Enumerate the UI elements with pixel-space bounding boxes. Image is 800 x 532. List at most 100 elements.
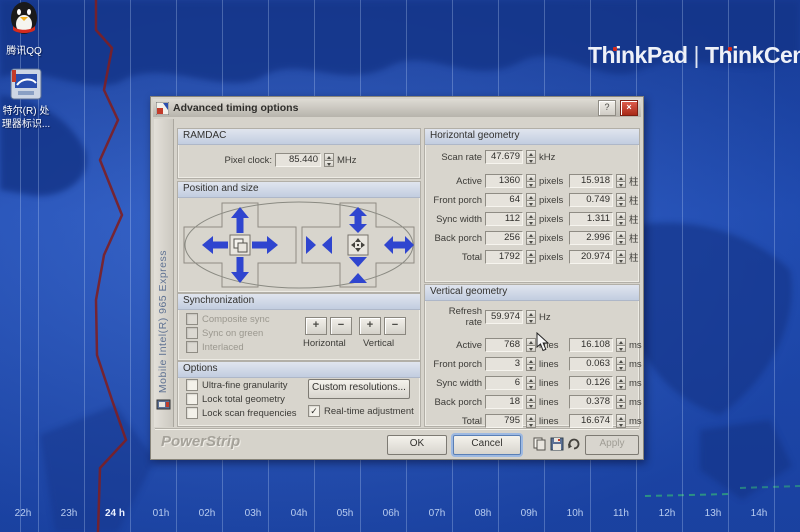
horizontal-sync-minus-button[interactable]: − (330, 317, 352, 335)
v-total-lines-field[interactable]: 795 (485, 414, 523, 428)
timeline-label: 02h (184, 508, 230, 519)
spinner[interactable] (526, 357, 536, 371)
h-sync-width-row: Sync width 112 pixels 1.311 柱 (430, 212, 634, 226)
spinner[interactable] (526, 414, 536, 428)
intel-utility-icon (10, 68, 42, 100)
spinner[interactable] (616, 376, 626, 390)
checkbox-box (186, 313, 198, 325)
row-label: Scan rate (430, 152, 482, 163)
refresh-rate-field[interactable]: 59.974 (485, 310, 523, 324)
desktop-icon-intel-processor-id[interactable]: 特尔(R) 处 理器标识... (0, 68, 52, 131)
v-active-lines-field[interactable]: 768 (485, 338, 523, 352)
h-active-pixels-field[interactable]: 1360 (485, 174, 523, 188)
checkbox-label: Interlaced (202, 342, 244, 353)
pixel-clock-spinner[interactable] (324, 153, 334, 167)
checkbox-lock-total-geometry[interactable]: Lock total geometry (186, 393, 285, 405)
vertical-sync-plus-button[interactable]: + (359, 317, 381, 335)
position-size-header: Position and size (178, 182, 420, 198)
checkbox-interlaced[interactable]: Interlaced (186, 341, 244, 353)
spinner[interactable] (526, 250, 536, 264)
horizontal-sync-plus-button[interactable]: + (305, 317, 327, 335)
v-front-porch-time-field[interactable]: 0.063 (569, 357, 613, 371)
pixel-clock-unit: MHz (337, 155, 367, 166)
v-total-time-field[interactable]: 16.674 (569, 414, 613, 428)
vertical-sync-buttons: + − (359, 317, 406, 335)
h-sync-width-pixels-field[interactable]: 112 (485, 212, 523, 226)
timeline-label: 03h (230, 508, 276, 519)
h-front-porch-time-field[interactable]: 0.749 (569, 193, 613, 207)
spinner[interactable] (616, 357, 626, 371)
v-active-row: Active 768 lines 16.108 ms (430, 338, 634, 352)
h-front-porch-pixels-field[interactable]: 64 (485, 193, 523, 207)
shrink-vertical-arrow (349, 257, 367, 267)
spinner[interactable] (526, 231, 536, 245)
h-total-pixels-field[interactable]: 1792 (485, 250, 523, 264)
copy-icon[interactable] (533, 437, 547, 451)
spinner[interactable] (526, 174, 536, 188)
close-button[interactable]: × (620, 100, 638, 116)
apply-button[interactable]: Apply (585, 435, 639, 455)
v-back-porch-time-field[interactable]: 0.378 (569, 395, 613, 409)
h-back-porch-time-field[interactable]: 2.996 (569, 231, 613, 245)
pixel-clock-field[interactable]: 85.440 (275, 153, 321, 167)
position-size-group: Position and size (177, 181, 421, 293)
desktop: { "desktop": { "brand_left": "ThinkPad",… (0, 0, 800, 532)
v-sync-width-lines-field[interactable]: 6 (485, 376, 523, 390)
ok-button[interactable]: OK (387, 435, 447, 455)
horizontal-geometry-header: Horizontal geometry (425, 129, 639, 145)
spinner[interactable] (526, 193, 536, 207)
h-back-porch-row: Back porch 256 pixels 2.996 柱 (430, 231, 634, 245)
checkbox-real-time-adjustment[interactable]: ✓ Real-time adjustment (308, 405, 414, 417)
v-back-porch-row: Back porch 18 lines 0.378 ms (430, 395, 634, 409)
custom-resolutions-button[interactable]: Custom resolutions... (308, 379, 410, 399)
options-header: Options (178, 362, 420, 378)
spinner[interactable] (526, 338, 536, 352)
save-icon[interactable] (550, 437, 564, 451)
spinner[interactable] (616, 395, 626, 409)
scan-rate-field[interactable]: 47.679 (485, 150, 523, 164)
row-label: Active (430, 176, 482, 187)
spinner[interactable] (616, 338, 626, 352)
vertical-sync-minus-button[interactable]: − (384, 317, 406, 335)
h-sync-width-time-field[interactable]: 1.311 (569, 212, 613, 226)
spinner[interactable] (526, 212, 536, 226)
row-label: Refresh rate (430, 306, 482, 328)
spinner[interactable] (526, 376, 536, 390)
checkbox-lock-scan-frequencies[interactable]: Lock scan frequencies (186, 407, 297, 419)
dialog-titlebar[interactable]: Advanced timing options ? × (153, 99, 641, 117)
spinner[interactable] (526, 395, 536, 409)
checkbox-composite-sync[interactable]: Composite sync (186, 313, 270, 325)
checkbox-box (186, 407, 198, 419)
cancel-button[interactable]: Cancel (453, 435, 521, 455)
shrink-vertical-arrow (349, 273, 367, 283)
checkbox-sync-on-green[interactable]: Sync on green (186, 327, 263, 339)
spinner[interactable] (616, 193, 626, 207)
timeline-label: 07h (414, 508, 460, 519)
spinner[interactable] (526, 150, 536, 164)
spinner[interactable] (616, 250, 626, 264)
h-front-porch-row: Front porch 64 pixels 0.749 柱 (430, 193, 634, 207)
timeline-label: 12h (644, 508, 690, 519)
h-total-time-field[interactable]: 20.974 (569, 250, 613, 264)
mouse-cursor (536, 332, 550, 352)
help-button[interactable]: ? (598, 100, 616, 116)
v-active-time-field[interactable]: 16.108 (569, 338, 613, 352)
v-front-porch-lines-field[interactable]: 3 (485, 357, 523, 371)
row-unit: Hz (539, 312, 566, 323)
dialog-side-strip: Mobile Intel(R) 965 Express (154, 119, 174, 427)
wallpaper-timeline: 22h 23h 24 h 01h 02h 03h 04h 05h 06h 07h… (0, 508, 782, 519)
row-time-unit: 柱 (629, 193, 643, 207)
h-active-time-field[interactable]: 15.918 (569, 174, 613, 188)
checkbox-ultra-fine-granularity[interactable]: Ultra-fine granularity (186, 379, 288, 391)
v-back-porch-lines-field[interactable]: 18 (485, 395, 523, 409)
spinner[interactable] (616, 174, 626, 188)
spinner[interactable] (526, 310, 536, 324)
spinner[interactable] (616, 414, 626, 428)
desktop-icon-qq[interactable]: 腾讯QQ (0, 0, 48, 58)
h-total-row: Total 1792 pixels 20.974 柱 (430, 250, 634, 264)
h-back-porch-pixels-field[interactable]: 256 (485, 231, 523, 245)
redo-icon[interactable] (567, 437, 581, 451)
spinner[interactable] (616, 231, 626, 245)
v-sync-width-time-field[interactable]: 0.126 (569, 376, 613, 390)
spinner[interactable] (616, 212, 626, 226)
